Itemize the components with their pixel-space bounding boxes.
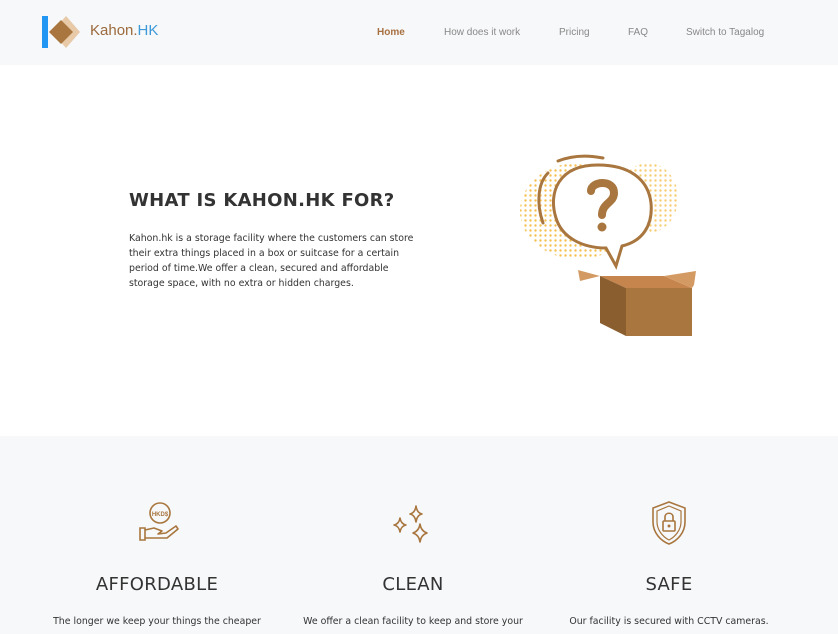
nav-switch-language[interactable]: Switch to Tagalog (686, 27, 764, 38)
feature-affordable: HKD$ AFFORDABLE The longer we keep your … (17, 436, 297, 634)
hkd-hand-icon: HKD$ (132, 498, 182, 548)
features-section: HKD$ AFFORDABLE The longer we keep your … (0, 436, 838, 634)
feature-description: The longer we keep your things the cheap… (53, 616, 261, 627)
brand-name-part2: HK (137, 22, 159, 39)
site-header: Kahon.HK Home How does it work Pricing F… (0, 0, 838, 65)
feature-description: Our facility is secured with CCTV camera… (569, 616, 769, 627)
nav-pricing[interactable]: Pricing (559, 27, 590, 38)
nav-faq[interactable]: FAQ (628, 27, 648, 38)
feature-title: SAFE (645, 574, 693, 595)
feature-clean: CLEAN We offer a clean facility to keep … (273, 436, 553, 634)
hero-section: WHAT IS KAHON.HK FOR? Kahon.hk is a stor… (0, 65, 838, 436)
brand-name-part1: Kahon. (90, 22, 138, 39)
feature-description: We offer a clean facility to keep and st… (303, 616, 523, 627)
feature-safe: SAFE Our facility is secured with CCTV c… (529, 436, 809, 634)
nav-how-it-works[interactable]: How does it work (444, 27, 520, 38)
hkd-label: HKD$ (152, 512, 169, 518)
hero-description: Kahon.hk is a storage facility where the… (129, 233, 414, 289)
feature-title: AFFORDABLE (95, 574, 219, 595)
shield-lock-icon (644, 498, 694, 548)
brand-name[interactable]: Kahon.HK (90, 22, 158, 39)
logo-icon[interactable] (42, 14, 82, 50)
sparkle-icon (388, 498, 438, 548)
hero-title: WHAT IS KAHON.HK FOR? (129, 190, 395, 211)
question-box-icon (518, 153, 698, 338)
nav-home[interactable]: Home (377, 27, 405, 38)
feature-title: CLEAN (382, 574, 444, 595)
